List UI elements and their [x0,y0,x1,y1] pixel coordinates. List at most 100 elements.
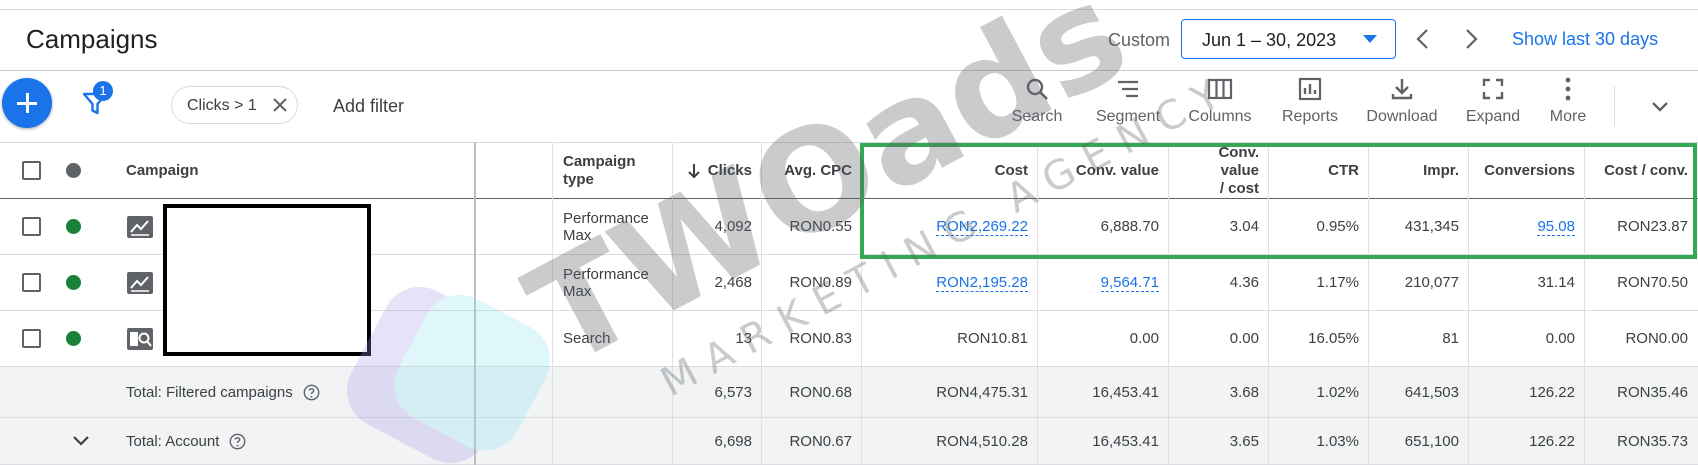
close-icon[interactable] [270,95,290,115]
cost-cell: RON2,195.28 [862,255,1038,310]
campaign-type-line: Performance [563,209,649,227]
tool-label: Search [1011,108,1063,125]
chevron-right-icon [1466,29,1478,49]
avg-cpc-cell: RON0.68 [789,383,852,401]
conv-value-cost-cell: 0.00 [1229,330,1259,347]
download-icon [1391,79,1413,100]
search-campaign-icon [127,328,153,350]
header-line: type [563,170,594,188]
row-checkbox[interactable] [22,329,41,348]
campaign-type-line: Performance [563,265,649,283]
reports-tool-button[interactable]: Reports [1281,76,1339,136]
page-title: Campaigns [26,24,158,54]
impr-cell: 81 [1442,330,1459,347]
campaign-type-cell: Performance Max [553,255,673,310]
tool-label: Download [1366,108,1438,125]
select-all-checkbox[interactable] [22,161,41,180]
row-checkbox[interactable] [22,273,41,292]
dropdown-caret-icon [1363,35,1377,43]
tool-label: Segment [1095,108,1161,125]
status-enabled-icon [66,219,81,234]
chevron-left-icon [1416,29,1428,49]
column-header-avg-cpc[interactable]: Avg. CPC [762,143,862,198]
download-tool-button[interactable]: Download [1366,76,1438,136]
conv-value-link[interactable]: 9,564.71 [1100,274,1159,292]
expand-tool-button[interactable]: Expand [1465,76,1521,136]
total-label-cell: Total: Account [116,418,476,464]
page-header: Campaigns Custom Jun 1 – 30, 2023 Show l… [0,9,1698,71]
new-campaign-button[interactable] [2,78,52,128]
conv-value-cost-cell: 3.65 [1229,432,1259,450]
clicks-cell: 4,092 [714,218,752,235]
column-header-campaign-type[interactable]: Campaign type [553,143,673,198]
help-icon[interactable] [303,384,320,401]
campaign-type-cell: Search [563,330,611,347]
next-period-button[interactable] [1457,24,1485,54]
campaign-type-line: Max [563,226,592,244]
column-divider [761,142,762,465]
chevron-down-icon[interactable] [70,430,92,452]
segment-icon [1118,80,1138,98]
conversions-cell: 31.14 [1537,274,1575,291]
status-enabled-icon [66,275,81,290]
tool-label: Expand [1465,108,1521,125]
help-icon[interactable] [229,433,246,450]
conv-value-cost-cell: 4.36 [1229,274,1259,291]
more-tool-button[interactable]: More [1546,76,1590,136]
avg-cpc-cell: RON0.89 [789,274,852,291]
column-header-clicks[interactable]: Clicks [673,143,762,198]
total-label-cell: Total: Filtered campaigns [116,367,476,417]
cost-per-conv-cell: RON70.50 [1617,274,1688,291]
previous-period-button[interactable] [1409,24,1437,54]
total-label: Total: Account [126,432,220,450]
ctr-cell: 1.03% [1316,432,1359,450]
search-icon [1026,78,1048,100]
expand-icon [1482,78,1504,100]
toolbar-divider [1614,86,1615,126]
conversions-cell: 126.22 [1529,383,1575,401]
cost-cell: RON10.81 [957,330,1028,347]
filter-chip[interactable]: Clicks > 1 [171,86,298,124]
segment-tool-button[interactable]: Segment [1095,76,1161,136]
row-checkbox[interactable] [22,217,41,236]
conv-value-cell: 9,564.71 [1038,255,1169,310]
column-divider [672,142,673,465]
filter-chip-label: Clicks > 1 [187,97,257,114]
header-line: Campaign [563,152,636,170]
campaign-type-cell: Performance Max [553,199,673,254]
ctr-cell: 16.05% [1308,330,1359,347]
show-last-30-days-link[interactable]: Show last 30 days [1512,29,1658,50]
performance-max-icon [127,272,153,294]
avg-cpc-cell: RON0.55 [789,218,852,235]
highlight-box [860,143,1697,259]
conversions-cell: 0.00 [1545,330,1575,347]
total-label: Total: Filtered campaigns [126,383,293,401]
column-header-label: Clicks [707,161,752,179]
avg-cpc-cell: RON0.83 [789,330,852,347]
frozen-column-divider[interactable] [474,142,476,465]
more-vert-icon [1565,77,1571,101]
conv-value-cell: 16,453.41 [1092,432,1159,450]
reports-icon [1298,77,1322,101]
clicks-cell: 13 [735,330,752,347]
add-filter-button[interactable]: Add filter [333,96,404,117]
columns-icon [1207,78,1233,100]
chevron-down-icon[interactable] [1647,94,1673,120]
tool-label: Columns [1188,108,1252,125]
clicks-cell: 6,698 [714,432,752,450]
cost-per-conv-cell: RON35.73 [1617,432,1688,450]
ctr-cell: 1.17% [1316,274,1359,291]
cost-cell: RON4,510.28 [936,432,1028,450]
clicks-cell: 6,573 [714,383,752,401]
cost-link[interactable]: RON2,195.28 [936,274,1028,292]
conv-value-cell: 16,453.41 [1092,383,1159,401]
status-enabled-icon [66,331,81,346]
search-tool-button[interactable]: Search [1010,76,1064,136]
date-range-picker[interactable]: Jun 1 – 30, 2023 [1181,19,1396,59]
impr-cell: 210,077 [1404,274,1459,291]
columns-tool-button[interactable]: Columns [1188,76,1252,136]
column-header-campaign[interactable]: Campaign [116,143,476,198]
conversions-cell: 126.22 [1529,432,1575,450]
tool-label: Reports [1281,108,1339,125]
sort-descending-icon [688,163,700,178]
